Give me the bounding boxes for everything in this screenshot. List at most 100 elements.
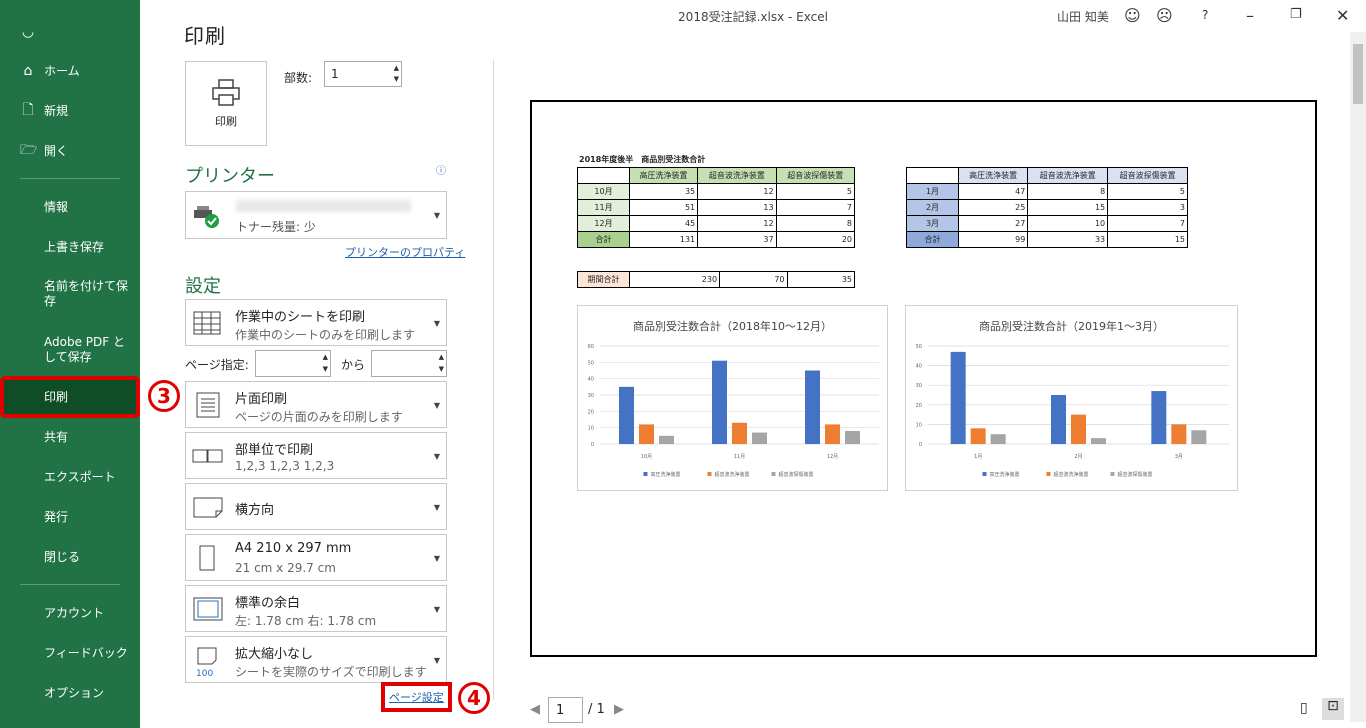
scaling-select[interactable]: 100 拡大縮小なし シートを実際のサイズで印刷します ▼	[185, 636, 447, 683]
nav-export[interactable]: エクスポート	[0, 466, 140, 488]
y-tick-label: 30	[588, 393, 594, 399]
nav-save[interactable]: 上書き保存	[0, 236, 140, 258]
table-cell: 25	[957, 199, 1029, 216]
page-number-input[interactable]: 1	[548, 697, 583, 723]
spin-up-icon[interactable]: ▲	[394, 64, 399, 72]
nav-account[interactable]: アカウント	[0, 602, 140, 624]
paper-size-select[interactable]: A4 210 x 297 mm 21 cm x 29.7 cm ▼	[185, 534, 447, 581]
page-from-input[interactable]: ▲ ▼	[255, 350, 331, 377]
table-cell: 131	[628, 231, 699, 248]
table-header-cell: 超音波洗浄装置	[697, 167, 777, 184]
previous-page-icon[interactable]: ◀	[530, 702, 540, 717]
minimize-icon[interactable]: –	[1246, 6, 1254, 25]
page-to-input[interactable]: ▲ ▼	[371, 350, 447, 377]
smile-feedback-icon[interactable]: ☺	[1124, 6, 1141, 25]
printer-select[interactable]: トナー残量: 少 ▼	[185, 191, 447, 239]
back-arrow-button[interactable]: ◡	[0, 22, 140, 42]
x-tick-label: 3月	[1175, 454, 1183, 460]
legend-label: 超音波探傷装置	[1118, 471, 1153, 478]
nav-close[interactable]: 閉じる	[0, 546, 140, 568]
y-tick-label: 10	[916, 422, 922, 428]
restore-icon[interactable]: ❐	[1290, 7, 1302, 22]
info-icon[interactable]: ⓘ	[436, 162, 446, 177]
orientation-select[interactable]: 横方向 ▼	[185, 483, 447, 530]
user-name[interactable]: 山田 知美	[1057, 8, 1109, 25]
table-cell: 37	[697, 231, 777, 248]
nav-label: 閉じる	[44, 549, 81, 564]
option-main: 部単位で印刷	[235, 443, 314, 458]
nav-home[interactable]: ⌂ ホーム	[0, 60, 140, 82]
y-tick-label: 10	[588, 426, 594, 432]
table-cell: 12	[697, 183, 777, 200]
table-header-cell: 超音波探傷装置	[775, 167, 856, 184]
home-icon: ⌂	[23, 63, 33, 79]
printer-status: トナー残量: 少	[236, 220, 316, 234]
table-row: 合計 99 33 15	[906, 231, 1188, 248]
nav-label: 共有	[44, 429, 69, 444]
spin-up-icon[interactable]: ▲	[439, 353, 444, 361]
spin-down-icon[interactable]: ▼	[323, 365, 328, 373]
y-tick-label: 0	[919, 442, 922, 448]
nav-options[interactable]: オプション	[0, 682, 140, 704]
bar	[1171, 424, 1187, 444]
nav-save-as[interactable]: 名前を付けて保存	[0, 278, 140, 310]
nav-feedback[interactable]: フィードバック	[0, 642, 140, 664]
spin-up-icon[interactable]: ▲	[323, 353, 328, 361]
vertical-scrollbar[interactable]	[1350, 32, 1366, 722]
nav-save-adobe-pdf[interactable]: Adobe PDF として保存	[0, 334, 140, 366]
bar	[990, 434, 1006, 444]
table-cell: 8	[775, 215, 856, 232]
y-tick-label: 50	[916, 344, 922, 350]
show-margins-icon[interactable]: ▯	[1300, 700, 1308, 716]
table-cell: 15	[1027, 199, 1109, 216]
nav-label: オプション	[44, 685, 105, 700]
sidebar-divider	[20, 178, 120, 179]
print-button[interactable]: 印刷	[185, 61, 267, 146]
spin-down-icon[interactable]: ▼	[394, 75, 399, 83]
nav-info[interactable]: 情報	[0, 196, 140, 218]
y-tick-label: 20	[588, 409, 594, 415]
chevron-down-icon: ▼	[433, 656, 440, 665]
nav-new[interactable]: 🗋 新規	[0, 100, 140, 122]
y-tick-label: 20	[916, 403, 922, 409]
panel-divider	[493, 60, 494, 700]
copies-stepper[interactable]: 1 ▲ ▼	[324, 61, 402, 87]
bar	[659, 435, 674, 444]
next-page-icon[interactable]: ▶	[614, 702, 624, 717]
bar	[1071, 414, 1086, 444]
help-icon[interactable]: ?	[1202, 8, 1208, 22]
nav-publish[interactable]: 発行	[0, 506, 140, 528]
page-setup-link[interactable]: ページ設定	[381, 682, 452, 712]
page-title: 印刷	[184, 24, 226, 48]
option-main: A4 210 x 297 mm	[235, 541, 352, 556]
nav-label: 新規	[44, 103, 69, 118]
spin-down-icon[interactable]: ▼	[439, 365, 444, 373]
table-header-row: 高圧洗浄装置 超音波洗浄装置 超音波探傷装置	[577, 167, 856, 184]
margins-icon	[193, 597, 223, 621]
nav-open[interactable]: 🗁 開く	[0, 140, 140, 162]
bar	[1051, 395, 1066, 444]
table-cell: 99	[957, 231, 1029, 248]
data-table-1: 高圧洗浄装置 超音波洗浄装置 超音波探傷装置 10月 35 12 5 11月 51 13 7…	[577, 167, 856, 248]
close-icon[interactable]: ✕	[1336, 6, 1349, 25]
scrollbar-thumb[interactable]	[1353, 44, 1363, 104]
collate-select[interactable]: 部単位で印刷 1,2,3 1,2,3 1,2,3 ▼	[185, 432, 447, 479]
nav-label: 開く	[44, 143, 69, 158]
table-cell: 期間合計	[577, 271, 630, 288]
table-cell: 15	[1107, 231, 1188, 248]
option-sub: ページの片面のみを印刷します	[235, 410, 403, 424]
zoom-to-page-icon[interactable]: ⊡	[1322, 698, 1344, 720]
y-tick-label: 60	[588, 344, 594, 350]
title-bar: 2018受注記録.xlsx - Excel 山田 知美 ☺ ☹ ? – ❐ ✕	[140, 0, 1366, 32]
print-what-select[interactable]: 作業中のシートを印刷 作業中のシートのみを印刷します ▼	[185, 299, 447, 346]
margins-select[interactable]: 標準の余白 左: 1.78 cm 右: 1.78 cm ▼	[185, 585, 447, 632]
nav-print[interactable]: 印刷	[0, 376, 140, 418]
printer-properties-link[interactable]: プリンターのプロパティ	[345, 244, 465, 260]
nav-label: フィードバック	[44, 645, 128, 660]
nav-share[interactable]: 共有	[0, 426, 140, 448]
table-cell: 51	[628, 199, 699, 216]
table-cell: 230	[628, 271, 721, 288]
scaling-icon: 100	[196, 647, 217, 678]
frown-feedback-icon[interactable]: ☹	[1156, 6, 1173, 25]
sides-select[interactable]: 片面印刷 ページの片面のみを印刷します ▼	[185, 381, 447, 428]
